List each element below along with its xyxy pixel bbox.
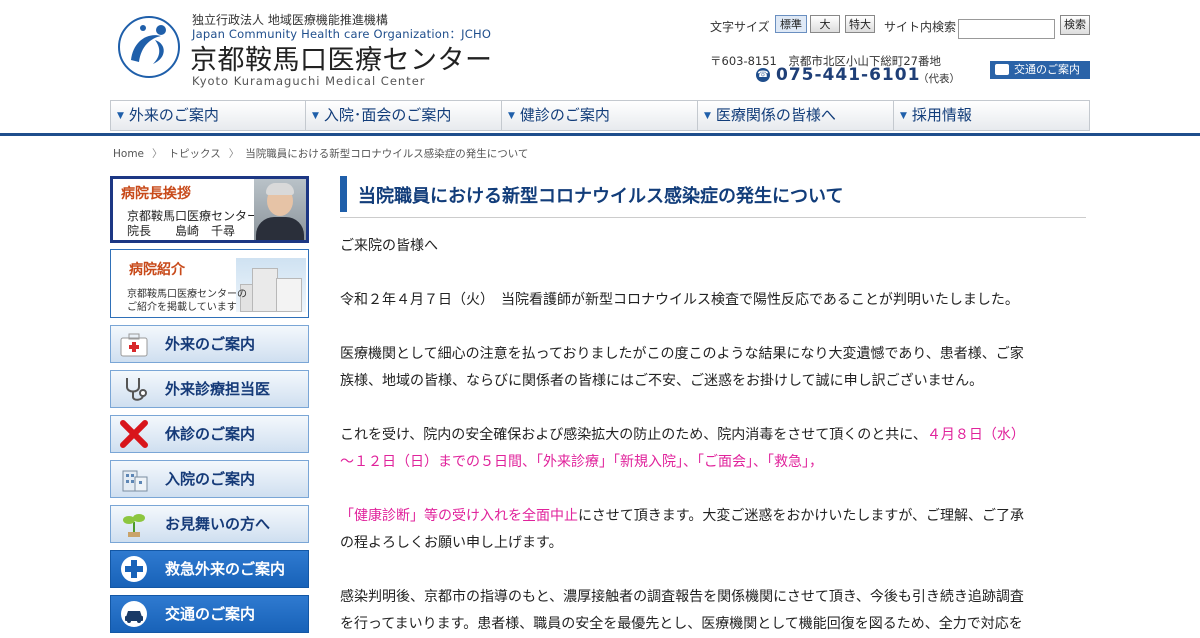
- font-size-standard-button[interactable]: 標準: [775, 15, 807, 33]
- article-text: にさせて頂きます。大変ご迷惑をおかけいたしますが、ご理解、ご了承: [578, 508, 1025, 524]
- phone-note: （代表）: [918, 73, 960, 85]
- sidebar-btn-label: 外来診療担当医: [165, 380, 271, 398]
- sidebar-btn-admission[interactable]: 入院のご案内: [110, 460, 309, 498]
- phone-number[interactable]: 075-441-6101: [776, 65, 920, 85]
- article-line: の程よろしくお願い申し上げます。: [340, 535, 563, 551]
- site-search-input[interactable]: [958, 19, 1055, 39]
- gnav-item-label: 医療関係の皆様へ: [715, 106, 836, 124]
- article-paragraph-2: 医療機関として細心の注意を払っておりましたがこの度このような結果になり大変遺憾で…: [340, 341, 1086, 395]
- hospital-intro-title: 病院紹介: [129, 262, 185, 278]
- triangle-down-icon: ▼: [117, 111, 124, 121]
- sidebar-btn-closure[interactable]: 休診のご案内: [110, 415, 309, 453]
- jcho-logo-icon[interactable]: [117, 14, 181, 80]
- gnav-item-label: 入院･面会のご案内: [323, 106, 452, 124]
- triangle-down-icon: ▼: [704, 111, 711, 121]
- triangle-down-icon: ▼: [900, 111, 907, 121]
- gnav-item-label: 健診のご案内: [519, 106, 610, 124]
- sidebar-btn-label: お見舞いの方へ: [165, 515, 271, 533]
- site-title[interactable]: 京都鞍馬口医療センター: [190, 38, 493, 77]
- breadcrumb-home[interactable]: Home: [113, 148, 144, 160]
- triangle-down-icon: ▼: [508, 111, 515, 121]
- site-title-en: Kyoto Kuramaguchi Medical Center: [192, 74, 426, 88]
- article-emphasis: 「健康診断」等の受け入れを全面中止: [340, 508, 578, 524]
- title-accent-bar: [340, 176, 347, 212]
- gnav-item-checkup[interactable]: ▼ 健診のご案内: [502, 100, 698, 131]
- gnav-item-outpatient[interactable]: ▼ 外来のご案内: [110, 100, 306, 131]
- sidebar-btn-emergency[interactable]: 救急外来のご案内: [110, 550, 309, 588]
- article-line: 族様、地域の皆様、ならびに関係者の皆様にはご不安、ご迷惑をお掛けして誠に申し訳ご…: [340, 373, 984, 389]
- director-greeting-name: 院長 島崎 千尋: [127, 224, 236, 238]
- article-paragraph-3: これを受け、院内の安全確保および感染拡大の防止のため、院内消毒をさせて頂くのと共…: [340, 422, 1086, 476]
- car-icon: [121, 601, 147, 627]
- sidebar-btn-access[interactable]: 交通のご案内: [110, 595, 309, 633]
- hospital-intro-line2: ご紹介を掲載しています: [127, 302, 237, 313]
- breadcrumb: Home 〉トピックス〉当院職員における新型コロナウイルス感染症の発生について: [113, 146, 528, 161]
- article-line: 感染判明後、京都市の指導のもと、濃厚接触者の調査報告を関係機関にさせて頂き、今後…: [340, 589, 1024, 605]
- article-line: 「健康診断」等の受け入れを全面中止にさせて頂きます。大変ご迷惑をおかけいたします…: [340, 503, 1086, 530]
- sidebar-btn-label: 交通のご案内: [165, 605, 256, 623]
- director-greeting-title: 病院長挨拶: [121, 186, 191, 202]
- page-title-block: 当院職員における新型コロナウイルス感染症の発生について: [340, 176, 1086, 218]
- article-greeting: ご来院の皆様へ: [340, 238, 438, 254]
- site-search-label: サイト内検索: [884, 20, 957, 34]
- access-info-button[interactable]: 交通のご案内: [990, 61, 1090, 79]
- hospital-building-icon: [122, 470, 148, 492]
- sidebar-btn-label: 入院のご案内: [165, 470, 256, 488]
- sidebar-btn-outpatient[interactable]: 外来のご案内: [110, 325, 309, 363]
- gnav-item-label: 採用情報: [911, 106, 972, 124]
- access-info-label: 交通のご案内: [1014, 63, 1080, 76]
- sprout-icon: [123, 514, 145, 537]
- article-line: を行ってまいります。患者様、職員の安全を最優先とし、医療機関として機能回復を図る…: [340, 616, 1023, 632]
- director-photo: [254, 179, 306, 240]
- nav-divider: [0, 133, 1200, 136]
- article-line: 医療機関として細心の注意を払っておりましたがこの度このような結果になり大変遺憾で…: [340, 346, 1024, 362]
- first-aid-kit-icon: [120, 333, 148, 357]
- gnav-item-medical-professionals[interactable]: ▼ 医療関係の皆様へ: [698, 100, 894, 131]
- sidebar-btn-label: 外来のご案内: [165, 335, 256, 353]
- hospital-intro-banner[interactable]: 病院紹介 京都鞍馬口医療センターの ご紹介を掲載しています: [110, 249, 309, 318]
- site-search-button[interactable]: 検索: [1060, 15, 1090, 35]
- font-size-label: 文字サイズ: [710, 20, 770, 34]
- breadcrumb-current: 当院職員における新型コロナウイルス感染症の発生について: [245, 148, 529, 160]
- plus-cross-icon: [121, 556, 147, 582]
- article-emphasis: ４月８日（水）: [926, 427, 1025, 443]
- gnav-item-recruit[interactable]: ▼ 採用情報: [894, 100, 1090, 131]
- director-greeting-banner[interactable]: 病院長挨拶 京都鞍馬口医療センター 院長 島崎 千尋: [110, 176, 309, 243]
- sidebar-btn-doctors[interactable]: 外来診療担当医: [110, 370, 309, 408]
- article-paragraph-4: 「健康診断」等の受け入れを全面中止にさせて頂きます。大変ご迷惑をおかけいたします…: [340, 503, 1086, 557]
- article-paragraph-1: 令和２年４月７日（火） 当院看護師が新型コロナウイルス検査で陽性反応であることが…: [340, 292, 1019, 308]
- hospital-intro-text: 京都鞍馬口医療センターの ご紹介を掲載しています: [127, 288, 247, 314]
- article-line: これを受け、院内の安全確保および感染拡大の防止のため、院内消毒をさせて頂くのと共…: [340, 422, 1086, 449]
- chevron-right-icon: 〉: [228, 148, 240, 160]
- gnav-item-inpatient[interactable]: ▼ 入院･面会のご案内: [306, 100, 502, 131]
- red-cross-mark-icon: [120, 420, 148, 448]
- stethoscope-icon: [126, 378, 147, 401]
- site-header: 独立行政法人 地域医療機能推進機構 Japan Community Health…: [0, 0, 1200, 96]
- font-size-large-button[interactable]: 大: [810, 15, 840, 33]
- bus-icon: [995, 64, 1009, 75]
- page-title: 当院職員における新型コロナウイルス感染症の発生について: [358, 186, 844, 207]
- font-size-xlarge-button[interactable]: 特大: [845, 15, 875, 33]
- article-text: これを受け、院内の安全確保および感染拡大の防止のため、院内消毒をさせて頂くのと共…: [340, 427, 927, 443]
- gnav-item-label: 外来のご案内: [128, 106, 219, 124]
- chevron-right-icon: 〉: [152, 148, 163, 160]
- article-emphasis-line: ～１２日（日）までの５日間、「外来診療」「新規入院」、「ご面会」、「救急」，: [340, 454, 823, 470]
- sidebar-btn-label: 休診のご案内: [165, 425, 256, 443]
- breadcrumb-topics[interactable]: トピックス: [169, 148, 221, 160]
- phone-icon: ☎: [756, 68, 770, 82]
- hospital-intro-line1: 京都鞍馬口医療センターの: [127, 289, 247, 300]
- triangle-down-icon: ▼: [312, 111, 319, 121]
- global-nav: ▼ 外来のご案内 ▼ 入院･面会のご案内 ▼ 健診のご案内 ▼ 医療関係の皆様へ ▼ 採用…: [110, 100, 1090, 131]
- sidebar-btn-label: 救急外来のご案内: [165, 560, 286, 578]
- sidebar-btn-visitors[interactable]: お見舞いの方へ: [110, 505, 309, 543]
